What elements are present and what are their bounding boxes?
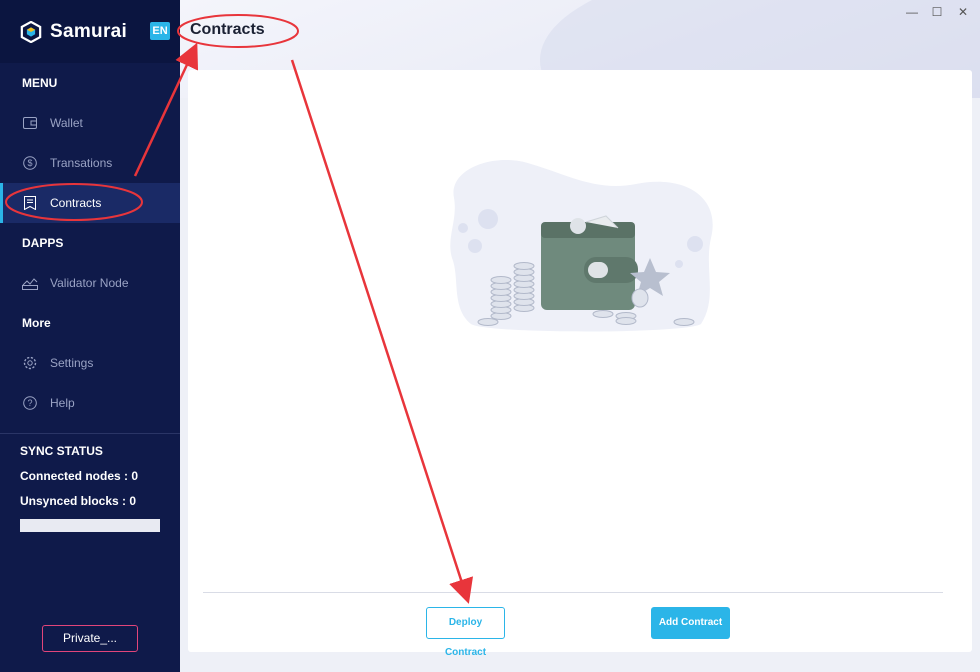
deploy-contract-button[interactable]: Deploy Contract: [426, 607, 505, 658]
sidebar-item-label: Validator Node: [50, 276, 129, 290]
sidebar-item-label: Help: [50, 396, 75, 410]
sidebar-item-help[interactable]: ? Help: [0, 383, 180, 423]
sync-status-title: SYNC STATUS: [20, 444, 103, 458]
menu-section-title: MENU: [22, 76, 58, 90]
sidebar: Samurai EN MENU Wallet $ Transations Con…: [0, 0, 180, 672]
connected-nodes-text: Connected nodes : 0: [20, 469, 139, 483]
samurai-logo-icon: [20, 20, 42, 43]
sidebar-item-validator-node[interactable]: Validator Node: [0, 263, 180, 303]
sync-status-panel: SYNC STATUS Connected nodes : 0 Unsynced…: [0, 433, 180, 532]
add-contract-button[interactable]: Add Contract: [651, 607, 730, 639]
close-button[interactable]: ✕: [955, 4, 971, 20]
more-section-title: More: [22, 316, 51, 330]
network-select-button[interactable]: Private_...: [42, 625, 138, 652]
language-toggle[interactable]: EN: [150, 22, 170, 40]
sidebar-item-label: Wallet: [50, 116, 83, 130]
sidebar-item-wallet[interactable]: Wallet: [0, 103, 180, 143]
validator-icon: [22, 275, 38, 291]
gear-icon: [22, 355, 38, 371]
sync-progress-bar: [20, 519, 160, 532]
dapps-section-title: DAPPS: [22, 236, 64, 250]
svg-text:?: ?: [27, 398, 32, 408]
sidebar-item-contracts[interactable]: Contracts: [0, 183, 180, 223]
dollar-circle-icon: $: [22, 155, 38, 171]
page-title: Contracts: [190, 21, 265, 38]
maximize-button[interactable]: ☐: [929, 4, 945, 20]
card-divider: [203, 592, 943, 593]
sidebar-item-label: Contracts: [50, 196, 102, 210]
empty-wallet-illustration: [450, 159, 713, 332]
sidebar-item-transactions[interactable]: $ Transations: [0, 143, 180, 183]
help-icon: ?: [22, 395, 38, 411]
minimize-button[interactable]: —: [904, 4, 920, 20]
sidebar-item-settings[interactable]: Settings: [0, 343, 180, 383]
wallet-icon: [22, 115, 38, 131]
contract-icon: [22, 195, 38, 211]
svg-text:$: $: [27, 158, 32, 168]
unsynced-blocks-text: Unsynced blocks : 0: [20, 494, 137, 508]
app-name: Samurai: [50, 20, 128, 42]
sidebar-item-label: Settings: [50, 356, 94, 370]
sidebar-item-label: Transations: [50, 156, 113, 170]
